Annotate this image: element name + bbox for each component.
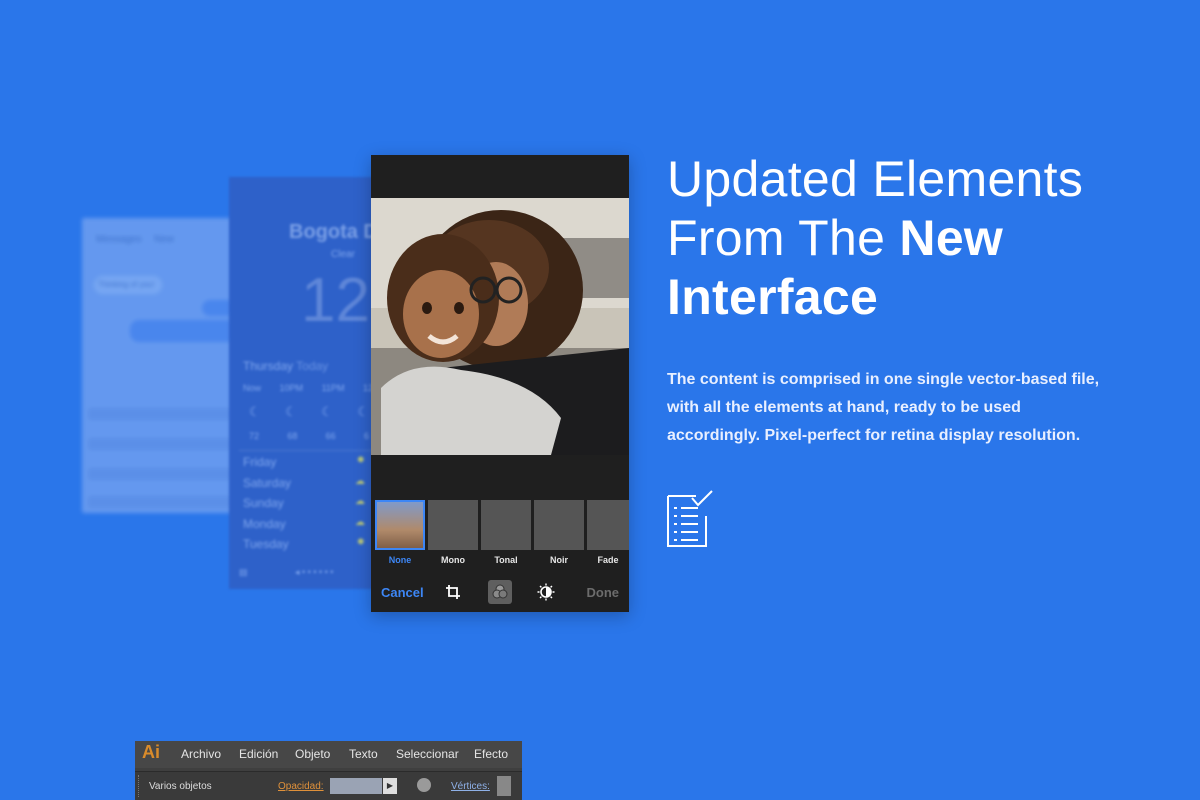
headline-line-2-bold: New	[899, 210, 1004, 266]
filter-strip: None Mono Tonal Noir Fade	[375, 500, 629, 565]
menu-texto[interactable]: Texto	[349, 747, 378, 761]
forecast-row: Sunday ☁	[243, 496, 365, 517]
cloud-sun-icon: ☁	[355, 475, 365, 487]
panel-grip[interactable]	[138, 775, 142, 797]
filter-label: None	[388, 555, 412, 565]
forecast-row: Tuesday ✹	[243, 537, 365, 558]
headline-line-3-bold: Interface	[667, 269, 879, 325]
filter-thumbnail	[534, 500, 584, 550]
edited-photo	[371, 198, 629, 455]
filter-fade[interactable]: Fade	[587, 500, 629, 565]
crop-icon[interactable]	[441, 580, 465, 604]
vertices-stepper[interactable]	[497, 776, 511, 796]
weather-city: Bogota D	[289, 221, 378, 243]
done-button[interactable]: Done	[587, 585, 620, 600]
filter-thumbnail	[587, 500, 629, 550]
opacity-label[interactable]: Opacidad:	[278, 781, 324, 792]
selection-label: Varios objetos	[149, 781, 212, 792]
filter-label: Noir	[550, 555, 568, 565]
weather-hours: Now 10PM 11PM 12	[243, 383, 373, 393]
headline-line-1: Updated Elements	[667, 151, 1084, 207]
incoming-bubble: Thinking of you!	[94, 276, 162, 294]
filter-mono[interactable]: Mono	[428, 500, 478, 565]
moon-icon: ☾	[285, 404, 297, 419]
cloud-sun-icon: ☁	[355, 516, 365, 528]
editor-toolbar: Cancel Done	[371, 580, 629, 608]
weather-hour-temp: 72	[249, 431, 260, 441]
forecast-row: Saturday ☁	[243, 476, 365, 497]
weather-condition: Clear	[331, 249, 355, 260]
menu-efecto[interactable]: Efecto	[474, 747, 508, 761]
filters-icon[interactable]	[488, 580, 512, 604]
adjust-icon[interactable]	[534, 580, 558, 604]
globe-icon[interactable]	[417, 778, 431, 792]
filter-noir[interactable]: Noir	[534, 500, 584, 565]
illustrator-logo: Ai	[142, 742, 160, 762]
weather-preview-card: Bogota D Clear 12 Thursday Today Now 10P…	[229, 177, 379, 589]
forecast-day: Sunday	[243, 496, 284, 510]
vertices-label[interactable]: Vértices:	[451, 781, 490, 792]
photo-illustration	[371, 198, 629, 455]
weather-hour-temp: 6	[363, 431, 369, 441]
weather-hour-temps: 72 68 66 6	[249, 431, 369, 441]
filter-label: Mono	[441, 555, 465, 565]
incoming-bubble-text: Thinking of you!	[98, 280, 155, 289]
forecast-row: Friday ✹	[243, 455, 365, 476]
weather-hour: 11PM	[321, 383, 345, 393]
weather-hour-temp: 68	[287, 431, 298, 441]
cancel-button[interactable]: Cancel	[381, 585, 424, 600]
weather-temperature: 12	[301, 266, 370, 335]
filter-thumbnail	[428, 500, 478, 550]
forecast-day: Saturday	[243, 475, 292, 490]
photo-editor-phone: None Mono Tonal Noir Fade Cancel Done	[371, 155, 629, 612]
page-headline: Updated Elements From The New Interface	[667, 150, 1167, 327]
weather-forecast-list: Friday ✹ Saturday ☁ Sunday ☁ Monday ☁ Tuesda…	[243, 455, 365, 558]
menu-objeto[interactable]: Objeto	[295, 747, 330, 761]
weather-divider	[239, 450, 379, 451]
illustrator-control-bar: Varios objetos Opacidad: ▶ Vértices:	[135, 771, 522, 800]
moon-icon: ☾	[357, 404, 369, 419]
filter-none[interactable]: None	[375, 500, 425, 565]
new-tab: New	[154, 234, 175, 245]
messages-tab: Messages	[96, 234, 142, 245]
sun-icon: ✹	[356, 455, 365, 466]
weather-hour: Now	[243, 383, 262, 393]
description-text: The content is comprised in one single v…	[667, 371, 1100, 444]
filter-thumbnail	[481, 500, 531, 550]
illustrator-menu-bar: Ai Archivo Edición Objeto Texto Seleccio…	[135, 741, 522, 768]
headline-line-2-light: From The	[667, 210, 886, 266]
weather-day-label: Thursday	[243, 359, 294, 373]
weather-day: Thursday Today	[243, 359, 328, 373]
filter-tonal[interactable]: Tonal	[481, 500, 531, 565]
menu-archivo[interactable]: Archivo	[181, 747, 221, 761]
cloud-sun-icon: ☁	[355, 496, 365, 507]
forecast-day: Tuesday	[243, 537, 289, 551]
checklist-icon	[667, 490, 713, 547]
menu-edicion[interactable]: Edición	[239, 747, 278, 761]
weather-hour-icons: ☾ ☾ ☾ ☾	[249, 404, 369, 420]
opacity-dropdown-button[interactable]: ▶	[383, 778, 397, 794]
weather-today-label: Today	[296, 359, 329, 373]
moon-icon: ☾	[321, 404, 333, 419]
weather-footer-icon: ▤ ◂ • • • • • •	[239, 567, 334, 577]
weather-hour-temp: 66	[325, 431, 336, 441]
weather-hour: 10PM	[279, 383, 304, 393]
moon-icon: ☾	[249, 404, 261, 419]
opacity-field[interactable]	[330, 778, 382, 794]
forecast-row: Monday ☁	[243, 517, 365, 538]
filter-thumbnail	[375, 500, 425, 550]
filter-label: Tonal	[494, 555, 518, 565]
illustrator-window: Ai Archivo Edición Objeto Texto Seleccio…	[135, 741, 522, 800]
forecast-day: Friday	[243, 455, 277, 469]
sun-icon: ✹	[356, 537, 365, 548]
forecast-day: Monday	[243, 516, 286, 531]
menu-seleccionar[interactable]: Seleccionar	[396, 747, 459, 761]
filter-label: Fade	[597, 555, 619, 565]
